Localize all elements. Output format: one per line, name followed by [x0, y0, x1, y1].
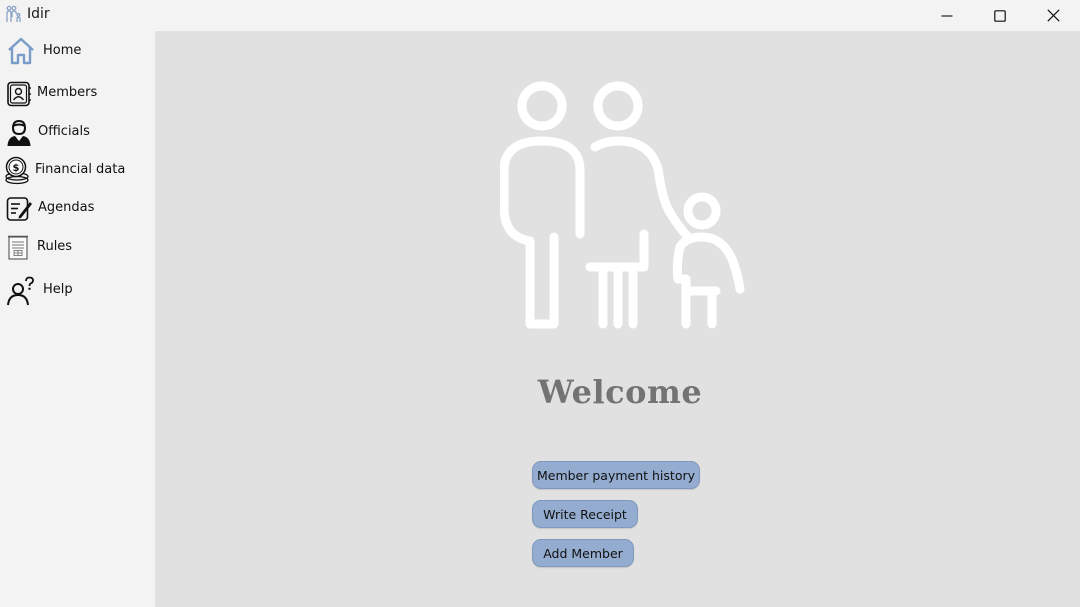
help-person-icon	[7, 276, 34, 306]
add-member-button[interactable]: Add Member	[532, 539, 634, 567]
sidebar-item-financial-data[interactable]: $ Financial data	[0, 152, 155, 188]
svg-text:$: $	[13, 163, 20, 174]
write-receipt-button[interactable]: Write Receipt	[532, 500, 638, 528]
sidebar-item-members[interactable]: Members	[0, 75, 155, 111]
home-icon	[8, 37, 34, 65]
sidebar-item-label: Officials	[38, 124, 90, 139]
welcome-heading: Welcome	[537, 373, 703, 411]
sidebar-item-label: Help	[43, 282, 73, 297]
sidebar-item-label: Home	[43, 43, 82, 58]
minimize-icon	[941, 14, 953, 17]
sidebar-item-home[interactable]: Home	[0, 33, 155, 69]
sidebar-item-label: Rules	[37, 239, 73, 254]
maximize-icon	[994, 9, 1006, 22]
sidebar-item-label: Financial data	[35, 162, 126, 177]
main-panel: Welcome Member payment history Write Rec…	[155, 31, 1080, 607]
members-book-icon	[7, 81, 31, 107]
title-bar: Idir	[0, 0, 1080, 31]
agenda-notepad-icon	[6, 197, 32, 221]
sidebar-item-label: Agendas	[38, 200, 95, 215]
close-icon	[1046, 9, 1060, 22]
sidebar-item-officials[interactable]: Officials	[0, 114, 155, 150]
rules-document-icon	[8, 235, 28, 260]
coins-icon: $	[5, 156, 29, 185]
sidebar-item-help[interactable]: Help	[0, 272, 155, 308]
minimize-button[interactable]	[920, 0, 974, 31]
sidebar-item-rules[interactable]: Rules	[0, 229, 155, 265]
sidebar-item-label: Members	[37, 85, 98, 100]
official-person-icon	[7, 119, 31, 146]
window-title: Idir	[27, 6, 50, 22]
close-button[interactable]	[1026, 0, 1080, 31]
maximize-button[interactable]	[973, 0, 1027, 31]
sidebar-item-agendas[interactable]: Agendas	[0, 190, 155, 226]
family-app-icon	[6, 5, 21, 22]
member-payment-history-button[interactable]: Member payment history	[532, 461, 700, 489]
family-icon	[500, 81, 745, 329]
sidebar: Home Members Officials $ Financial data …	[0, 31, 155, 607]
